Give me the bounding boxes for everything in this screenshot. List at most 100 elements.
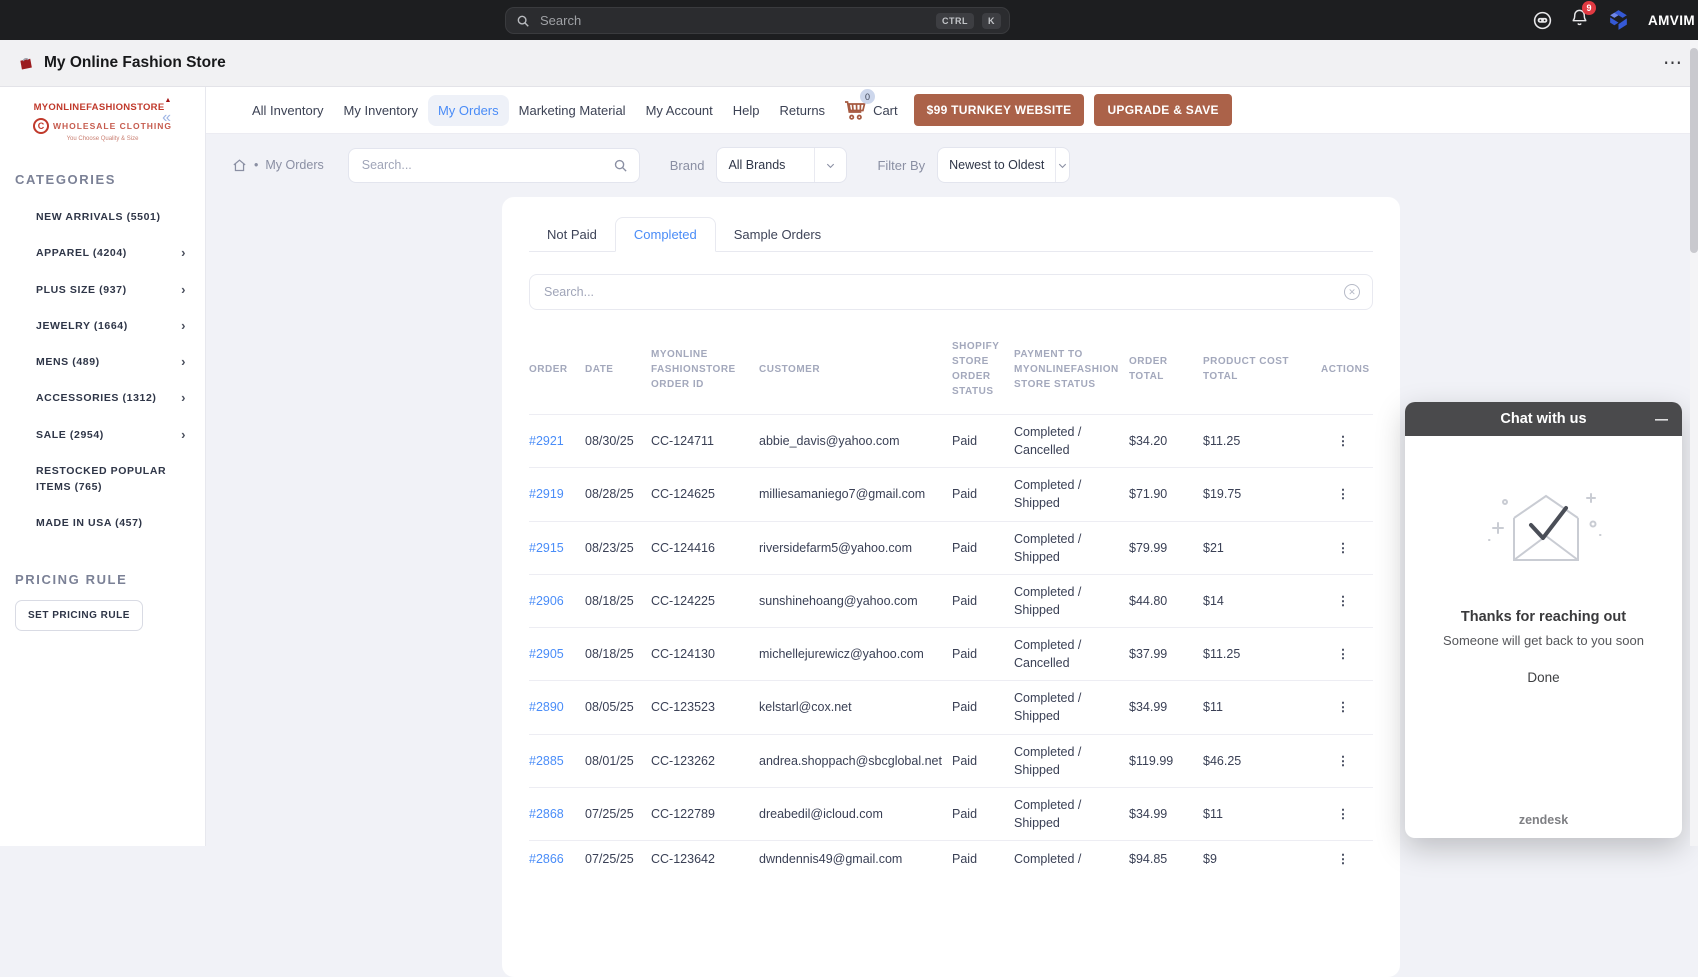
- shopify-status: Paid: [952, 415, 1014, 468]
- customer-email: sunshinehoang@yahoo.com: [759, 574, 952, 627]
- page-title: My Online Fashion Store: [44, 54, 226, 72]
- logo-text: MYONLINEFASHIONSTORE: [34, 102, 165, 113]
- payment-status: Completed / Shipped: [1014, 787, 1129, 840]
- sidebar-item-mens[interactable]: MENS (489)›: [0, 344, 205, 380]
- order-link[interactable]: #2905: [529, 647, 564, 661]
- row-actions-icon[interactable]: ⋮: [1321, 628, 1373, 681]
- order-total: $34.99: [1129, 681, 1203, 734]
- sidebar-item-label: SALE (2954): [36, 429, 104, 441]
- search-icon: [613, 158, 628, 173]
- global-search-input[interactable]: [538, 12, 928, 29]
- col-order-id: MYONLINE FASHIONSTORE ORDER ID: [651, 324, 759, 415]
- col-date: DATE: [585, 324, 651, 415]
- orders-table-search-input[interactable]: [542, 284, 1344, 300]
- sidebar-item-restocked[interactable]: RESTOCKED POPULAR ITEMS (765): [0, 453, 205, 506]
- turnkey-website-button[interactable]: $99 TURNKEY WEBSITE: [914, 94, 1085, 126]
- order-id: CC-124711: [651, 415, 759, 468]
- tab-sample-orders[interactable]: Sample Orders: [716, 218, 839, 251]
- sidebar-collapse-icon[interactable]: «: [162, 109, 171, 127]
- order-link[interactable]: #2885: [529, 754, 564, 768]
- payment-status: Completed / Shipped: [1014, 468, 1129, 521]
- orders-page-search-input[interactable]: [360, 157, 613, 173]
- row-actions-icon[interactable]: ⋮: [1321, 734, 1373, 787]
- sidebar-item-jewelry[interactable]: JEWELRY (1664)›: [0, 308, 205, 344]
- order-link[interactable]: #2921: [529, 434, 564, 448]
- nav-marketing-material[interactable]: Marketing Material: [509, 95, 636, 126]
- sidebar-item-apparel[interactable]: APPAREL (4204)›: [0, 235, 205, 271]
- row-actions-icon[interactable]: ⋮: [1321, 681, 1373, 734]
- row-actions-icon[interactable]: ⋮: [1321, 468, 1373, 521]
- row-actions-icon[interactable]: ⋮: [1321, 787, 1373, 840]
- customer-email: riversidefarm5@yahoo.com: [759, 521, 952, 574]
- row-actions-icon[interactable]: ⋮: [1321, 415, 1373, 468]
- order-date: 08/28/25: [585, 468, 651, 521]
- shopify-status: Paid: [952, 787, 1014, 840]
- sidebar-item-label: APPAREL (4204): [36, 247, 127, 259]
- col-product-cost-total: PRODUCT COST TOTAL: [1203, 324, 1321, 415]
- order-link[interactable]: #2866: [529, 852, 564, 866]
- nav-my-account[interactable]: My Account: [636, 95, 723, 126]
- table-row: #2885 08/01/25 CC-123262 andrea.shoppach…: [529, 734, 1373, 787]
- shopify-status: Paid: [952, 681, 1014, 734]
- tab-completed[interactable]: Completed: [615, 217, 716, 252]
- nav-my-orders[interactable]: My Orders: [428, 95, 509, 126]
- scrollbar-thumb[interactable]: [1690, 48, 1698, 253]
- sidebar-item-accessories[interactable]: ACCESSORIES (1312)›: [0, 380, 205, 416]
- order-total: $44.80: [1129, 574, 1203, 627]
- product-cost-total: $19.75: [1203, 468, 1321, 521]
- brand-select-value: All Brands: [717, 158, 814, 172]
- home-icon[interactable]: [232, 158, 247, 173]
- sidebar-item-plus-size[interactable]: PLUS SIZE (937)›: [0, 272, 205, 308]
- order-link[interactable]: #2915: [529, 541, 564, 555]
- chevron-right-icon: ›: [181, 425, 186, 445]
- order-link[interactable]: #2906: [529, 594, 564, 608]
- cc-logo-icon: C: [33, 118, 49, 134]
- chat-minimize-icon[interactable]: —: [1655, 413, 1668, 426]
- chat-body: Thanks for reaching out Someone will get…: [1405, 436, 1682, 838]
- order-link[interactable]: #2919: [529, 487, 564, 501]
- notifications-bell[interactable]: 9: [1570, 8, 1589, 32]
- col-payment-status: PAYMENT TO MYONLINEFASHION STORE STATUS: [1014, 324, 1129, 415]
- cart-button[interactable]: 0 Cart: [843, 98, 898, 122]
- chevron-right-icon: ›: [181, 316, 186, 336]
- order-id: CC-122789: [651, 787, 759, 840]
- clear-search-icon[interactable]: ✕: [1344, 284, 1360, 300]
- nav-help[interactable]: Help: [723, 95, 770, 126]
- global-search[interactable]: CTRL K: [505, 7, 1010, 34]
- orders-table-search[interactable]: ✕: [529, 274, 1373, 310]
- orders-page-search[interactable]: [348, 148, 640, 183]
- product-cost-total: $11: [1203, 787, 1321, 840]
- customer-email: michellejurewicz@yahoo.com: [759, 628, 952, 681]
- brand-select[interactable]: All Brands: [716, 147, 847, 183]
- sidebar-item-made-in-usa[interactable]: MADE IN USA (457): [0, 505, 205, 541]
- assistant-icon[interactable]: [1532, 10, 1553, 31]
- workspace-logo-icon[interactable]: [1606, 8, 1631, 33]
- col-order: ORDER: [529, 324, 585, 415]
- sidebar-item-label: RESTOCKED POPULAR ITEMS (765): [36, 465, 166, 493]
- orders-tabs: Not Paid Completed Sample Orders: [529, 197, 1373, 252]
- table-row: #2915 08/23/25 CC-124416 riversidefarm5@…: [529, 521, 1373, 574]
- nav-all-inventory[interactable]: All Inventory: [242, 95, 334, 126]
- chat-heading: Thanks for reaching out: [1405, 609, 1682, 625]
- filter-select[interactable]: Newest to Oldest: [937, 147, 1070, 183]
- breadcrumb: • My Orders: [232, 158, 324, 173]
- upgrade-save-button[interactable]: UPGRADE & SAVE: [1094, 94, 1231, 126]
- payment-status: Completed / Shipped: [1014, 574, 1129, 627]
- more-menu-icon[interactable]: ⋯: [1663, 54, 1682, 73]
- order-link[interactable]: #2890: [529, 700, 564, 714]
- sidebar-item-sale[interactable]: SALE (2954) ›: [0, 417, 205, 453]
- order-total: $71.90: [1129, 468, 1203, 521]
- nav-my-inventory[interactable]: My Inventory: [334, 95, 428, 126]
- payment-status: Completed / Shipped: [1014, 681, 1129, 734]
- set-pricing-rule-button[interactable]: SET PRICING RULE: [15, 600, 143, 631]
- row-actions-icon[interactable]: ⋮: [1321, 521, 1373, 574]
- nav-returns[interactable]: Returns: [770, 95, 836, 126]
- order-id: CC-123523: [651, 681, 759, 734]
- tab-not-paid[interactable]: Not Paid: [529, 218, 615, 251]
- row-actions-icon[interactable]: ⋮: [1321, 574, 1373, 627]
- user-menu[interactable]: AMVIM: [1648, 13, 1695, 28]
- sidebar-item-new-arrivals[interactable]: NEW ARRIVALS (5501): [0, 199, 205, 235]
- chat-done-button[interactable]: Done: [1527, 670, 1559, 685]
- payment-status: Completed / Shipped: [1014, 521, 1129, 574]
- order-link[interactable]: #2868: [529, 807, 564, 821]
